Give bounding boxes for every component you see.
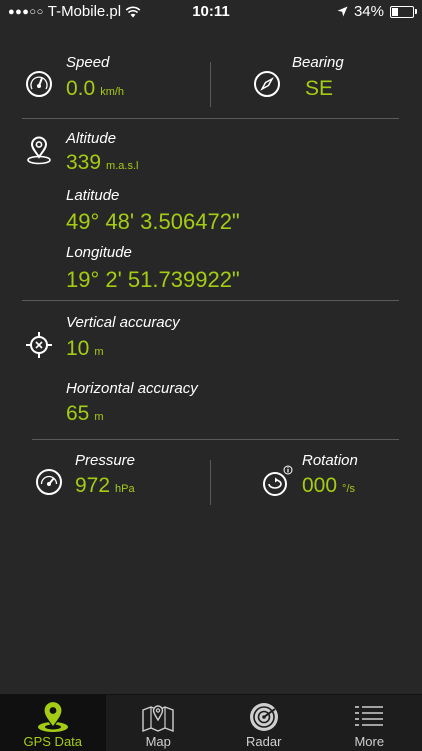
pressure-number: 972	[75, 474, 110, 497]
section-divider-1	[22, 118, 399, 119]
speed-label: Speed	[66, 54, 109, 71]
vertical-accuracy-label: Vertical accuracy	[66, 314, 180, 331]
tab-map-label: Map	[106, 734, 212, 749]
tab-radar[interactable]: Radar	[211, 695, 317, 751]
altitude-value: 339 m.a.s.l	[66, 151, 138, 175]
tab-radar-label: Radar	[211, 734, 317, 749]
location-pin-icon	[35, 700, 71, 734]
longitude-label: Longitude	[66, 244, 132, 261]
section-divider-2	[22, 300, 399, 301]
compass-icon	[253, 70, 281, 98]
horizontal-accuracy-value: 65 m	[66, 402, 104, 426]
gauge-icon	[35, 468, 63, 496]
map-icon	[140, 700, 176, 734]
speed-number: 0.0	[66, 77, 95, 100]
vertical-accuracy-unit: m	[94, 346, 103, 358]
battery-fill	[392, 8, 398, 16]
location-arrow-icon	[337, 6, 348, 17]
tab-gps-data-label: GPS Data	[0, 734, 106, 749]
battery-percent: 34%	[354, 3, 384, 20]
pressure-label: Pressure	[75, 452, 135, 469]
status-right: 34%	[337, 3, 414, 20]
altitude-number: 339	[66, 151, 101, 174]
location-pin-icon	[25, 136, 53, 166]
bearing-value: SE	[305, 77, 333, 101]
pressure-rotation-divider	[210, 460, 211, 505]
rotation-icon	[262, 465, 294, 497]
latitude-value: 49° 48' 3.506472"	[66, 209, 240, 235]
pressure-unit: hPa	[115, 483, 135, 495]
speed-value: 0.0 km/h	[66, 77, 124, 101]
tab-gps-data[interactable]: GPS Data	[0, 695, 106, 751]
pressure-value: 972 hPa	[75, 474, 135, 498]
status-bar: ●●●○○ T-Mobile.pl 10:11 34%	[0, 0, 422, 24]
rotation-label: Rotation	[302, 452, 358, 469]
speedometer-icon	[25, 70, 53, 98]
tab-map[interactable]: Map	[106, 695, 212, 751]
tab-more-label: More	[317, 734, 422, 749]
section-divider-3	[32, 439, 399, 440]
speed-unit: km/h	[100, 86, 124, 98]
horizontal-accuracy-label: Horizontal accuracy	[66, 380, 198, 397]
rotation-number: 000	[302, 474, 337, 497]
vertical-accuracy-value: 10 m	[66, 337, 104, 361]
radar-icon	[246, 700, 282, 734]
tab-bar: GPS Data Map Radar M	[0, 694, 422, 751]
menu-list-icon	[351, 700, 387, 734]
rotation-value: 000 °/s	[302, 474, 355, 498]
latitude-label: Latitude	[66, 187, 119, 204]
crosshair-icon	[25, 331, 53, 359]
altitude-unit: m.a.s.l	[106, 160, 138, 172]
horizontal-accuracy-unit: m	[94, 411, 103, 423]
vertical-accuracy-number: 10	[66, 337, 89, 360]
horizontal-accuracy-number: 65	[66, 402, 89, 425]
battery-icon	[390, 6, 414, 18]
rotation-unit: °/s	[342, 483, 355, 495]
speed-bearing-divider	[210, 62, 211, 107]
longitude-value: 19° 2' 51.739922"	[66, 267, 240, 293]
altitude-label: Altitude	[66, 130, 116, 147]
tab-more[interactable]: More	[317, 695, 422, 751]
bearing-label: Bearing	[292, 54, 344, 71]
